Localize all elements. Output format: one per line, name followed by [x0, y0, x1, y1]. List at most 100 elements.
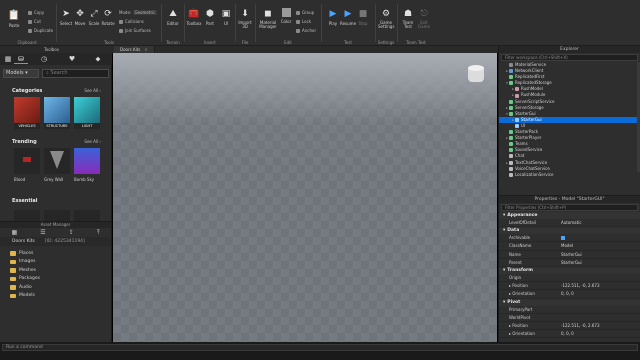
rotate-button[interactable]: ⟳ Rotate	[100, 8, 116, 27]
join-surfaces-toggle[interactable]: Join Surfaces	[119, 28, 151, 33]
property-row[interactable]: Origin	[499, 274, 640, 283]
folder-icon	[10, 285, 16, 290]
property-section-header[interactable]: ▾ Transform	[499, 266, 640, 274]
import-icon[interactable]: ⇪	[69, 229, 74, 236]
exit-game-button[interactable]: ⎋ Exit Game	[416, 8, 432, 29]
category-vehicles[interactable]: VEHICLES	[14, 97, 40, 131]
folder-packages[interactable]: Packages	[0, 275, 111, 284]
command-input[interactable]: Run a command	[2, 344, 638, 351]
essential-item[interactable]	[44, 210, 70, 221]
material-manager-button[interactable]: ◼ Material Manager	[258, 8, 278, 29]
collisions-toggle[interactable]: Collisions	[119, 19, 144, 24]
folder-audio[interactable]: Audio	[0, 283, 111, 292]
shop-icon[interactable]: ⛁	[17, 55, 25, 63]
play-button[interactable]: ▶ Play	[325, 8, 341, 27]
property-value[interactable]	[561, 314, 640, 321]
instance-icon	[509, 136, 513, 141]
group-button[interactable]: Group	[296, 10, 314, 15]
property-name: LevelOfDetail	[509, 220, 536, 225]
resume-button[interactable]: ▶ Resume	[340, 8, 356, 27]
edit-group-label: Edit	[284, 40, 292, 45]
explorer-item[interactable]: LocalizationService	[499, 172, 640, 178]
property-section-header[interactable]: ▾ Pivot	[499, 298, 640, 306]
property-row[interactable]: ▸ Orientation 0, 0, 0	[499, 290, 640, 299]
property-row[interactable]: LevelOfDetail Automatic	[499, 219, 640, 228]
location-icon[interactable]: ⬥	[94, 55, 102, 63]
stop-button[interactable]: ■ Stop	[355, 8, 371, 27]
instance-icon	[509, 172, 513, 177]
explorer-filter-input[interactable]: Filter workspace (Ctrl+Shift+X)	[501, 54, 638, 61]
toolbox-button[interactable]: 🧰 Toolbox	[186, 8, 202, 27]
tab-doors-kits[interactable]: Doors Kits ×	[114, 46, 155, 53]
folder-places[interactable]: Places	[0, 249, 111, 258]
property-name: Parent	[509, 259, 522, 265]
terrain-editor-button[interactable]: ⛰ Editor	[165, 8, 181, 27]
property-value[interactable]: 0, 0, 0	[561, 330, 640, 337]
property-value[interactable]: StarterGui	[561, 259, 640, 266]
property-section-header[interactable]: ▾ Data	[499, 227, 640, 235]
file-group-label: File	[241, 40, 249, 45]
paste-button[interactable]: 📋 Paste	[6, 10, 22, 28]
copy-button[interactable]: Copy	[28, 10, 44, 15]
property-row[interactable]: ClassName Model	[499, 242, 640, 251]
property-row[interactable]: WorldPivot	[499, 314, 640, 322]
categories-see-all-link[interactable]: See All ›	[84, 88, 101, 93]
anchor-button[interactable]: Anchor	[296, 28, 316, 33]
category-dropdown[interactable]: Models ▾	[3, 69, 39, 78]
heart-icon[interactable]: ♥	[68, 55, 76, 63]
toolbox-search-input[interactable]: ⌕ Search	[42, 69, 109, 78]
trending-item-bomb-sky[interactable]	[74, 148, 100, 174]
property-row[interactable]: ▸ Position -122.511, -0, 2.673	[499, 282, 640, 291]
upload-icon[interactable]: ⤒	[97, 229, 100, 237]
terrain-group-label: Terrain	[166, 40, 180, 45]
property-value[interactable]: -122.511, -0, 2.673	[561, 282, 640, 289]
3d-viewport[interactable]	[113, 53, 497, 342]
game-settings-button[interactable]: ⚙ Game Settings	[378, 8, 394, 29]
essential-item[interactable]	[74, 210, 100, 221]
property-row[interactable]: ▸ Position -122.511, -0, 2.673	[499, 322, 640, 331]
property-value[interactable]	[561, 274, 640, 281]
trending-see-all-link[interactable]: See All ›	[84, 139, 101, 144]
property-row[interactable]: Parent StarterGui	[499, 259, 640, 267]
property-row[interactable]: Name StarterGui	[499, 251, 640, 259]
blood-thumbnail	[23, 157, 31, 162]
team-test-button[interactable]: ☗ Team Test	[400, 8, 416, 29]
property-value[interactable]: 0, 0, 0	[561, 290, 640, 297]
category-structure[interactable]: STRUCTURE	[44, 97, 70, 131]
property-value[interactable]: Model	[561, 242, 640, 249]
category-light[interactable]: LIGHT	[74, 97, 100, 131]
import-3d-button[interactable]: ⬇ Import 3D	[237, 8, 253, 29]
clock-icon[interactable]: ◷	[40, 55, 48, 63]
property-value[interactable]: -122.511, -0, 2.673	[561, 322, 640, 329]
duplicate-button[interactable]: Duplicate	[28, 28, 53, 33]
property-row[interactable]: ▸ Orientation 0, 0, 0	[499, 330, 640, 339]
folder-models[interactable]: Models	[0, 292, 111, 301]
close-icon[interactable]: ×	[144, 47, 147, 52]
property-row[interactable]: PrimaryPart	[499, 306, 640, 314]
cut-button[interactable]: Cut	[28, 19, 41, 24]
folder-meshes[interactable]: Meshes	[0, 266, 111, 275]
list-view-icon[interactable]: ☰	[40, 229, 45, 236]
ui-button[interactable]: ▣ UI	[218, 8, 234, 27]
property-value[interactable]: Automatic	[561, 219, 640, 226]
trending-item-blood[interactable]	[14, 148, 40, 174]
property-section-header[interactable]: ▾ Appearance	[499, 212, 640, 219]
property-value[interactable]: StarterGui	[561, 251, 640, 258]
toolbox-panel: ▦ ⛁ ◷ ♥ ⬥ Models ▾ ⌕ Search Categories S…	[0, 53, 112, 221]
lock-button[interactable]: Lock	[296, 19, 311, 24]
checkbox-checked-icon[interactable]	[561, 236, 565, 241]
properties-filter-input[interactable]: Filter Properties (Ctrl+Shift+P)	[501, 204, 638, 211]
property-row[interactable]: Archivable	[499, 234, 640, 243]
property-value[interactable]	[561, 234, 640, 241]
import-icon: ⬇	[241, 8, 249, 19]
view-cube[interactable]	[467, 65, 485, 85]
essential-item[interactable]	[14, 210, 40, 221]
folder-images[interactable]: Images	[0, 258, 111, 267]
property-value[interactable]	[561, 306, 640, 313]
trending-item-grey-wall[interactable]	[44, 148, 70, 174]
grid-view-icon[interactable]: ▦	[12, 229, 18, 236]
part-button[interactable]: ⬢ Part	[202, 8, 218, 27]
color-button[interactable]: Color	[278, 8, 294, 24]
grid-icon[interactable]: ▦	[4, 55, 12, 63]
mode-selector[interactable]: Mode: Geometric	[119, 10, 158, 15]
